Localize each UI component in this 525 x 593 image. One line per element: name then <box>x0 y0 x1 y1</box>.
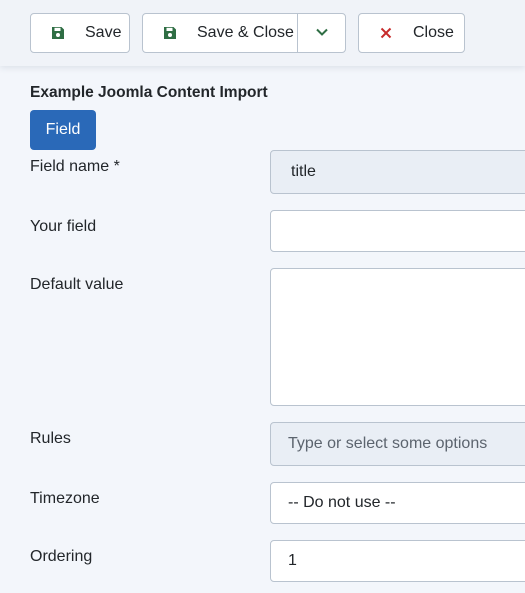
timezone-select[interactable]: -- Do not use -- <box>270 482 525 524</box>
save-button[interactable]: Save <box>30 13 130 53</box>
chevron-down-icon <box>315 24 329 42</box>
toolbar: Save Save & Close Close <box>0 0 525 66</box>
close-button[interactable]: Close <box>358 13 465 53</box>
rules-multiselect[interactable]: Type or select some options <box>270 422 525 466</box>
ordering-label: Ordering <box>30 548 93 565</box>
your-field-label: Your field <box>30 218 97 235</box>
save-close-button[interactable]: Save & Close <box>143 14 298 52</box>
rules-label: Rules <box>30 430 71 447</box>
close-button-label: Close <box>413 24 454 41</box>
save-icon <box>49 24 67 42</box>
save-close-button-label: Save & Close <box>197 24 294 41</box>
default-value-textarea[interactable] <box>270 268 525 406</box>
your-field-input[interactable] <box>270 210 525 252</box>
save-button-label: Save <box>85 24 122 41</box>
close-icon <box>377 24 395 42</box>
default-value-label: Default value <box>30 276 124 293</box>
field-name-input[interactable]: title <box>270 150 525 194</box>
field-name-label: Field name * <box>30 158 120 175</box>
ordering-input[interactable]: 1 <box>270 540 525 582</box>
save-close-button-group: Save & Close <box>142 13 346 53</box>
timezone-label: Timezone <box>30 490 100 507</box>
form-title: Example Joomla Content Import <box>30 84 268 101</box>
tab-field[interactable]: Field <box>30 110 96 150</box>
save-icon <box>161 24 179 42</box>
save-options-dropdown-toggle[interactable] <box>298 14 345 52</box>
